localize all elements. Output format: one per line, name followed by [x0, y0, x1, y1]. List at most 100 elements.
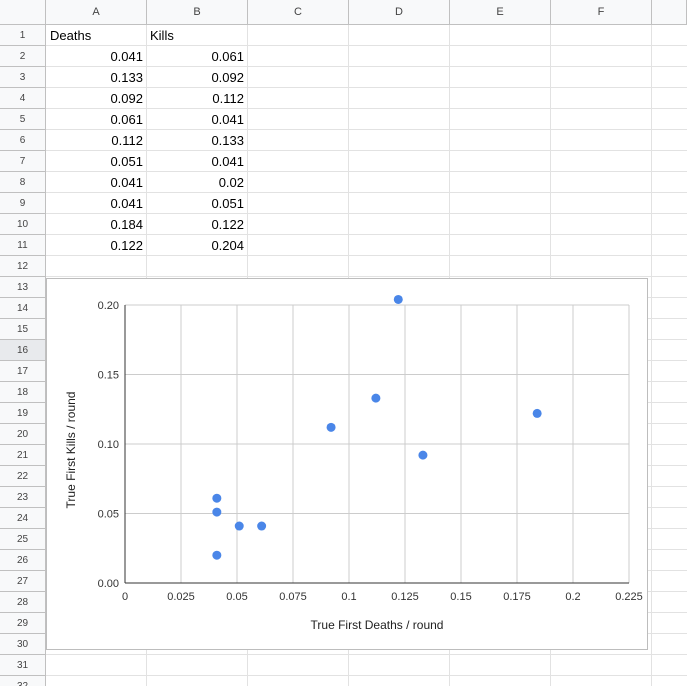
deaths-cell[interactable]: 0.184: [46, 217, 143, 232]
deaths-cell[interactable]: 0.122: [46, 238, 143, 253]
kills-cell[interactable]: 0.041: [147, 154, 244, 169]
column-gridline: [651, 25, 652, 686]
kills-cell[interactable]: 0.133: [147, 133, 244, 148]
row-header-5[interactable]: 5: [0, 109, 46, 130]
x-tick-label: 0.2: [565, 591, 580, 603]
data-point[interactable]: [532, 408, 542, 418]
row-header-12[interactable]: 12: [0, 256, 46, 277]
header-cell-deaths[interactable]: Deaths: [50, 28, 91, 43]
row-gridline: [46, 675, 687, 676]
row-gridline: [46, 255, 687, 256]
row-header-9[interactable]: 9: [0, 193, 46, 214]
data-point[interactable]: [234, 521, 244, 531]
row-header-3[interactable]: 3: [0, 67, 46, 88]
kills-cell[interactable]: 0.122: [147, 217, 244, 232]
data-point[interactable]: [418, 450, 428, 460]
row-header-10[interactable]: 10: [0, 214, 46, 235]
row-header-31[interactable]: 31: [0, 655, 46, 676]
row-header-24[interactable]: 24: [0, 508, 46, 529]
kills-cell[interactable]: 0.051: [147, 196, 244, 211]
kills-cell[interactable]: 0.204: [147, 238, 244, 253]
row-header-6[interactable]: 6: [0, 130, 46, 151]
row-header-1[interactable]: 1: [0, 25, 46, 46]
row-gridline: [46, 108, 687, 109]
kills-cell[interactable]: 0.092: [147, 70, 244, 85]
deaths-cell[interactable]: 0.041: [46, 196, 143, 211]
column-header-partial[interactable]: [652, 0, 687, 25]
row-gridline: [46, 192, 687, 193]
kills-cell[interactable]: 0.02: [147, 175, 244, 190]
x-tick-label: 0.225: [615, 591, 643, 603]
deaths-cell[interactable]: 0.112: [46, 133, 143, 148]
x-tick-label: 0.075: [279, 591, 307, 603]
data-point[interactable]: [326, 422, 336, 432]
x-axis-label: True First Deaths / round: [311, 618, 444, 632]
scatter-chart[interactable]: 0 0.025 0.05 0.075 0.1 0.125 0.15 0.175 0.2 0.225…: [46, 278, 648, 650]
data-points: [212, 294, 542, 560]
chart-canvas: 0 0.025 0.05 0.075 0.1 0.125 0.15 0.175 0.2 0.225…: [64, 294, 643, 632]
select-all-corner[interactable]: [0, 0, 46, 25]
data-point[interactable]: [212, 507, 222, 517]
row-header-13[interactable]: 13: [0, 277, 46, 298]
x-tick-label: 0.175: [503, 591, 531, 603]
row-header-26[interactable]: 26: [0, 550, 46, 571]
data-point[interactable]: [257, 521, 267, 531]
row-header-23[interactable]: 23: [0, 487, 46, 508]
row-header-29[interactable]: 29: [0, 613, 46, 634]
row-header-8[interactable]: 8: [0, 172, 46, 193]
row-header-28[interactable]: 28: [0, 592, 46, 613]
deaths-cell[interactable]: 0.061: [46, 112, 143, 127]
row-header-25[interactable]: 25: [0, 529, 46, 550]
row-header-16[interactable]: 16: [0, 340, 46, 361]
data-point[interactable]: [371, 393, 381, 403]
row-header-22[interactable]: 22: [0, 466, 46, 487]
row-gridline: [46, 45, 687, 46]
row-header-11[interactable]: 11: [0, 235, 46, 256]
data-point[interactable]: [212, 493, 222, 503]
column-header-b[interactable]: B: [147, 0, 248, 25]
chart-grid: [124, 304, 630, 584]
row-header-19[interactable]: 19: [0, 403, 46, 424]
y-tick-label: 0.05: [98, 509, 119, 521]
column-header-d[interactable]: D: [349, 0, 450, 25]
data-point[interactable]: [212, 550, 222, 560]
row-gridline: [46, 171, 687, 172]
deaths-cell[interactable]: 0.092: [46, 91, 143, 106]
x-tick-label: 0.025: [167, 591, 195, 603]
data-point[interactable]: [393, 294, 403, 304]
row-header-4[interactable]: 4: [0, 88, 46, 109]
column-header-f[interactable]: F: [551, 0, 652, 25]
row-header-18[interactable]: 18: [0, 382, 46, 403]
row-gridline: [46, 276, 687, 277]
row-header-14[interactable]: 14: [0, 298, 46, 319]
row-header-2[interactable]: 2: [0, 46, 46, 67]
y-axis-label: True First Kills / round: [64, 392, 78, 509]
deaths-cell[interactable]: 0.041: [46, 175, 143, 190]
tick-labels: 0 0.025 0.05 0.075 0.1 0.125 0.15 0.175 0.2 0.225…: [98, 300, 643, 603]
header-cell-kills[interactable]: Kills: [150, 28, 174, 43]
row-header-30[interactable]: 30: [0, 634, 46, 655]
kills-cell[interactable]: 0.112: [147, 91, 244, 106]
row-gridline: [46, 150, 687, 151]
deaths-cell[interactable]: 0.051: [46, 154, 143, 169]
row-header-32[interactable]: 32: [0, 676, 46, 686]
deaths-cell[interactable]: 0.133: [46, 70, 143, 85]
row-gridline: [46, 654, 687, 655]
column-header-e[interactable]: E: [450, 0, 551, 25]
row-header-21[interactable]: 21: [0, 445, 46, 466]
kills-cell[interactable]: 0.041: [147, 112, 244, 127]
column-header-a[interactable]: A: [46, 0, 147, 25]
x-tick-label: 0.125: [391, 591, 419, 603]
row-header-27[interactable]: 27: [0, 571, 46, 592]
kills-cell[interactable]: 0.061: [147, 49, 244, 64]
column-header-c[interactable]: C: [248, 0, 349, 25]
row-gridline: [46, 234, 687, 235]
deaths-cell[interactable]: 0.041: [46, 49, 143, 64]
row-header-15[interactable]: 15: [0, 319, 46, 340]
row-header-17[interactable]: 17: [0, 361, 46, 382]
row-header-7[interactable]: 7: [0, 151, 46, 172]
row-header-20[interactable]: 20: [0, 424, 46, 445]
x-tick-label: 0.15: [450, 591, 471, 603]
x-tick-label: 0.05: [226, 591, 247, 603]
x-tick-label: 0: [122, 591, 128, 603]
